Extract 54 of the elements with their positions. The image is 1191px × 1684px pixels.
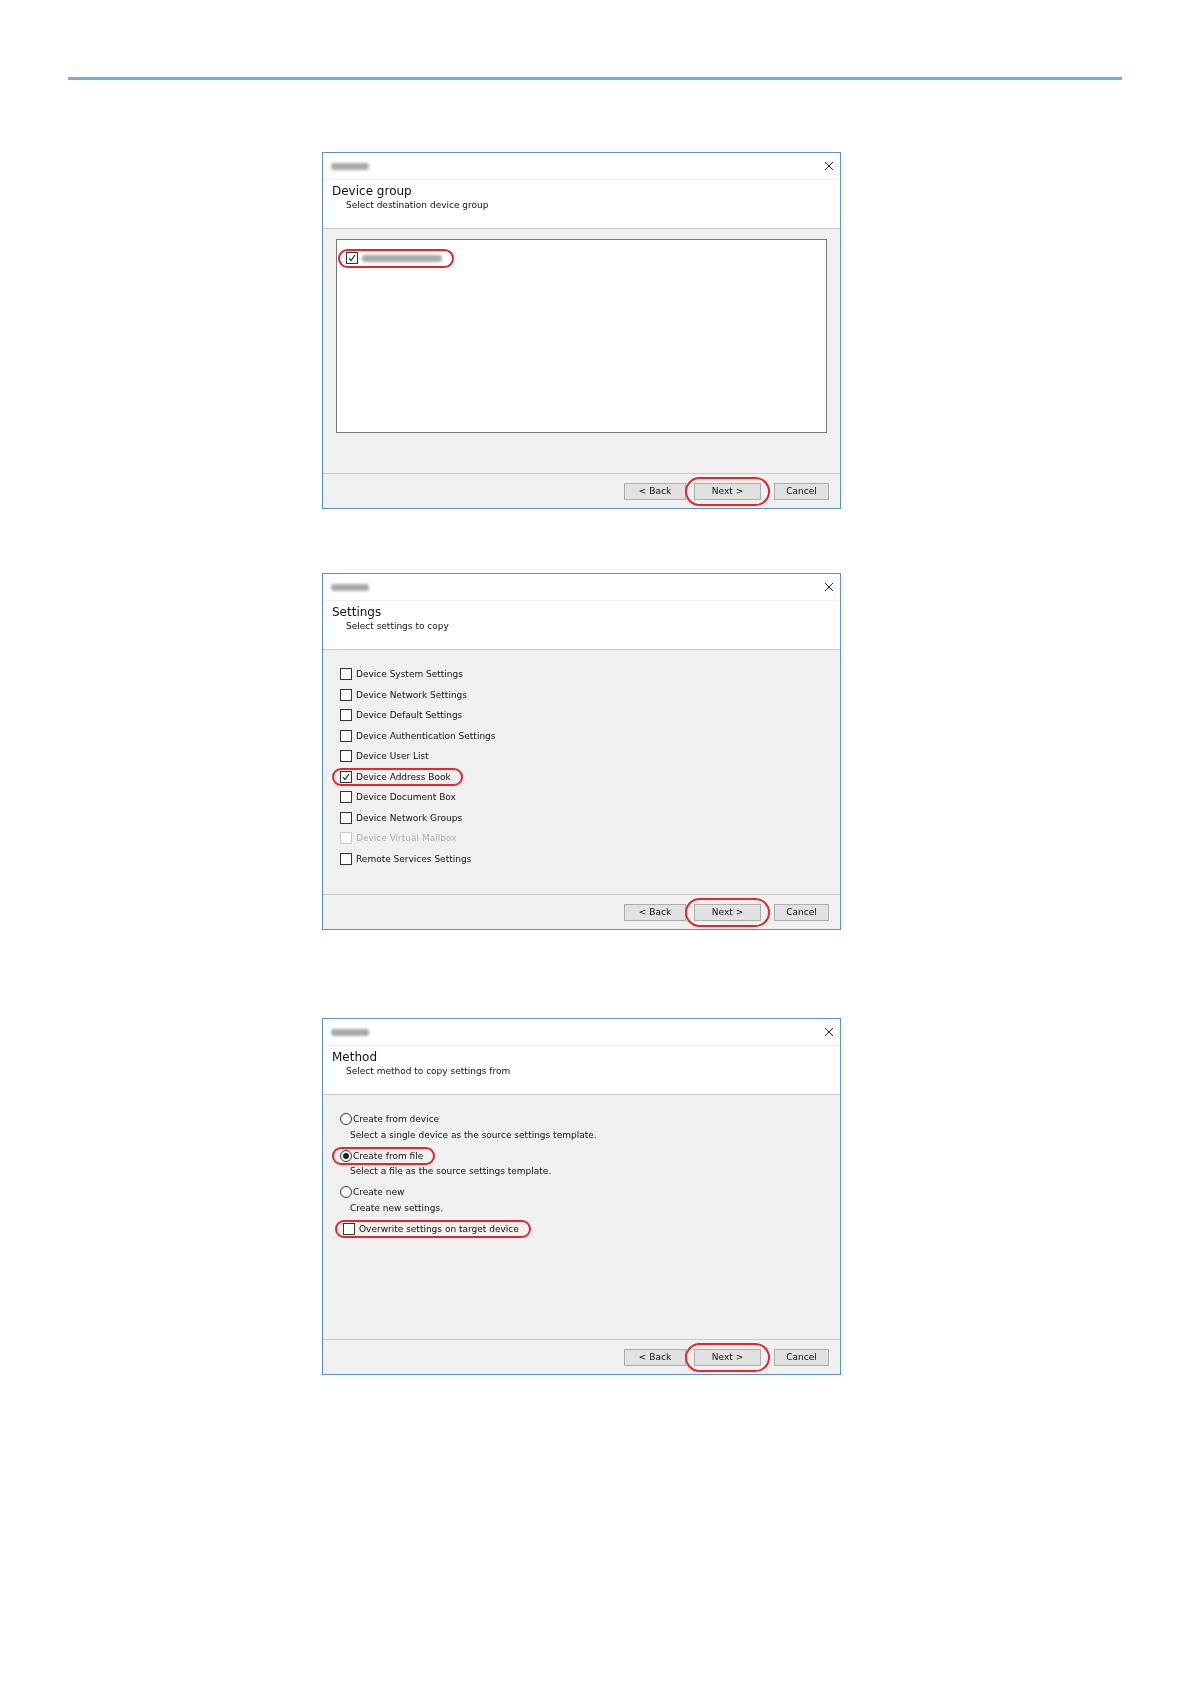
option-description: Create new settings. [349,1202,444,1215]
checkbox-label: Device System Settings [356,669,463,680]
option-description: Select a file as the source settings template. [349,1166,553,1178]
checkbox[interactable] [340,668,352,681]
wizard-button[interactable]: Next > [694,482,761,500]
wizard-button[interactable]: Cancel [774,482,829,500]
wizard-button[interactable]: Next > [694,903,761,921]
radio-label: Create new [353,1187,405,1198]
checkbox-label: Overwrite settings on target device [359,1223,519,1234]
checkbox-label: Device User List [356,751,429,762]
wizard-button[interactable]: < Back [624,1348,686,1366]
step-heading: Settings [332,605,383,619]
checkbox-label: Device Virtual Mailbox [356,833,457,844]
wizard-button[interactable]: < Back [624,482,686,500]
radio-button[interactable] [340,1113,352,1126]
checkbox-label: Device Address Book [356,771,451,782]
step-heading: Device group [332,184,413,198]
wizard-button[interactable]: Next > [694,1348,761,1366]
radio-button[interactable] [340,1186,352,1199]
checkbox[interactable] [340,791,352,804]
checkbox[interactable] [340,811,352,824]
checkmark-icon [342,772,350,781]
checkbox-label: Device Authentication Settings [356,730,496,741]
checkbox-label: Device Document Box [356,792,456,803]
wizard-button[interactable]: Cancel [774,903,829,921]
wizard-button[interactable]: < Back [624,903,686,921]
checkbox[interactable] [343,1222,355,1235]
checkbox[interactable] [346,252,358,265]
redacted-title [331,1028,369,1036]
step-heading: Method [332,1050,378,1064]
radio-label: Create from device [353,1114,440,1125]
checkmark-icon [348,254,356,263]
checkbox[interactable] [340,688,352,701]
checkbox[interactable] [340,852,352,865]
redacted-title [331,583,369,591]
wizard-button[interactable]: Cancel [774,1348,829,1366]
close-icon[interactable] [824,1027,834,1037]
option-description: Select a single device as the source settings template. [349,1129,598,1142]
step-subtitle: Select method to copy settings from [345,1066,512,1076]
close-icon[interactable] [824,582,834,592]
redacted-title [331,162,369,170]
checkbox[interactable] [340,729,352,742]
checkbox[interactable] [340,750,352,763]
checkbox[interactable] [340,770,352,783]
close-icon[interactable] [824,161,834,171]
radio-label: Create from file [353,1150,424,1161]
step-subtitle: Select settings to copy [345,621,450,631]
checkbox-label: Remote Services Settings [356,853,472,864]
checkbox-label: Device Network Settings [356,689,467,700]
checkbox-label: Device Network Groups [356,812,463,823]
checkbox[interactable] [340,709,352,722]
checkbox-label: Device Default Settings [356,710,463,721]
radio-button[interactable] [340,1149,352,1162]
step-subtitle: Select destination device group [345,200,490,210]
